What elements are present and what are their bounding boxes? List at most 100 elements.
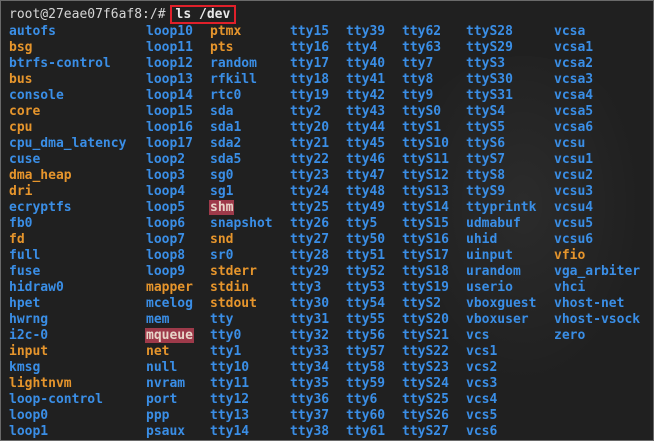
file-name: tty57: [346, 344, 386, 359]
file-entry: sda1: [210, 120, 273, 136]
file-name: loop16: [146, 120, 193, 135]
file-name: tty13: [210, 408, 250, 423]
shell-prompt: root@27eae07f6af8:/#: [9, 6, 166, 22]
file-entry: tty18: [290, 72, 329, 88]
file-entry: ttyS10: [402, 136, 449, 152]
highlighted-command: ls /dev: [169, 4, 237, 24]
file-entry: tty: [210, 312, 273, 328]
file-entry: nvram: [146, 376, 194, 392]
file-entry: ttyS5: [466, 120, 536, 136]
file-entry: tty24: [290, 184, 329, 200]
file-entry: vcsu: [554, 136, 640, 152]
file-name: tty44: [346, 120, 386, 135]
file-entry: vboxguest: [466, 296, 536, 312]
file-entry: ttyS12: [402, 168, 449, 184]
file-entry: loop12: [146, 56, 194, 72]
file-entry: tty63: [402, 40, 449, 56]
file-name: dma_heap: [9, 168, 72, 183]
file-name: ttyS7: [466, 152, 506, 167]
file-name: port: [146, 392, 178, 407]
file-entry: tty55: [346, 312, 385, 328]
file-name: tty32: [290, 328, 330, 343]
file-name: tty22: [290, 152, 330, 167]
file-name: loop6: [146, 216, 186, 231]
file-entry: tty13: [210, 408, 273, 424]
file-name: ttyS26: [402, 408, 449, 423]
file-entry: ttyS27: [402, 424, 449, 440]
file-entry: sda5: [210, 152, 273, 168]
file-entry: tty59: [346, 376, 385, 392]
file-name: ttyS21: [402, 328, 449, 343]
file-name: tty16: [290, 40, 330, 55]
terminal-window[interactable]: root@27eae07f6af8:/# ls /dev autofs bsg bt…: [0, 0, 654, 441]
file-entry: sg1: [210, 184, 273, 200]
file-entry: autofs: [9, 24, 126, 40]
file-entry: kmsg: [9, 360, 126, 376]
file-name: ttyS16: [402, 232, 449, 247]
file-entry: tty14: [210, 424, 273, 440]
file-entry: ttyS26: [402, 408, 449, 424]
file-name: snd: [210, 232, 234, 247]
file-entry: tty16: [290, 40, 329, 56]
file-entry: tty12: [210, 392, 273, 408]
file-entry: ttyS21: [402, 328, 449, 344]
file-entry: port: [146, 392, 194, 408]
file-name: stdout: [210, 296, 257, 311]
file-name: tty: [210, 312, 234, 327]
file-name: vcs2: [466, 360, 498, 375]
file-entry: vcsa5: [554, 104, 640, 120]
file-entry: vcsa6: [554, 120, 640, 136]
file-entry: loop16: [146, 120, 194, 136]
file-entry: ppp: [146, 408, 194, 424]
file-name: tty12: [210, 392, 250, 407]
file-name: tty37: [290, 408, 330, 423]
listing-column: tty39 tty4 tty40 tty41 tty42 tty43 tty44 tty45 t…: [346, 24, 385, 440]
file-entry: tty8: [402, 72, 449, 88]
file-entry: net: [146, 344, 194, 360]
file-name: tty18: [290, 72, 330, 87]
file-entry: vcs5: [466, 408, 536, 424]
file-entry: tty49: [346, 200, 385, 216]
file-name: core: [9, 104, 41, 119]
file-name: mapper: [146, 280, 193, 295]
file-name: tty27: [290, 232, 330, 247]
file-name: tty26: [290, 216, 330, 231]
file-name: ttyS25: [402, 392, 449, 407]
file-entry: vcsu2: [554, 168, 640, 184]
file-entry: ttyS24: [402, 376, 449, 392]
file-entry: lightnvm: [9, 376, 126, 392]
file-name: vcsu2: [554, 168, 594, 183]
file-entry: vfio: [554, 248, 640, 264]
file-entry: ttyS13: [402, 184, 449, 200]
file-name: mqueue: [145, 328, 194, 343]
file-entry: tty17: [290, 56, 329, 72]
file-entry: full: [9, 248, 126, 264]
file-entry: ttyS2: [402, 296, 449, 312]
file-name: snapshot: [210, 216, 273, 231]
file-name: tty11: [210, 376, 250, 391]
file-entry: vcsu4: [554, 200, 640, 216]
file-name: vcs: [466, 328, 490, 343]
file-entry: input: [9, 344, 126, 360]
file-name: ttyS29: [466, 40, 513, 55]
file-entry: tty37: [290, 408, 329, 424]
file-name: tty0: [210, 328, 242, 343]
file-entry: ttyS18: [402, 264, 449, 280]
file-entry: tty1: [210, 344, 273, 360]
file-name: vcsu4: [554, 200, 594, 215]
file-name: loop7: [146, 232, 186, 247]
file-name: tty17: [290, 56, 330, 71]
file-name: zero: [554, 328, 586, 343]
file-entry: tty0: [210, 328, 273, 344]
file-entry: loop1: [9, 424, 126, 440]
file-name: ptmx: [210, 24, 242, 39]
file-entry: dri: [9, 184, 126, 200]
file-entry: pts: [210, 40, 273, 56]
file-entry: psaux: [146, 424, 194, 440]
file-entry: cpu_dma_latency: [9, 136, 126, 152]
file-name: ttyS20: [402, 312, 449, 327]
file-entry: tty27: [290, 232, 329, 248]
file-name: vcs1: [466, 344, 498, 359]
file-name: tty7: [402, 56, 434, 71]
file-entry: ttyS14: [402, 200, 449, 216]
